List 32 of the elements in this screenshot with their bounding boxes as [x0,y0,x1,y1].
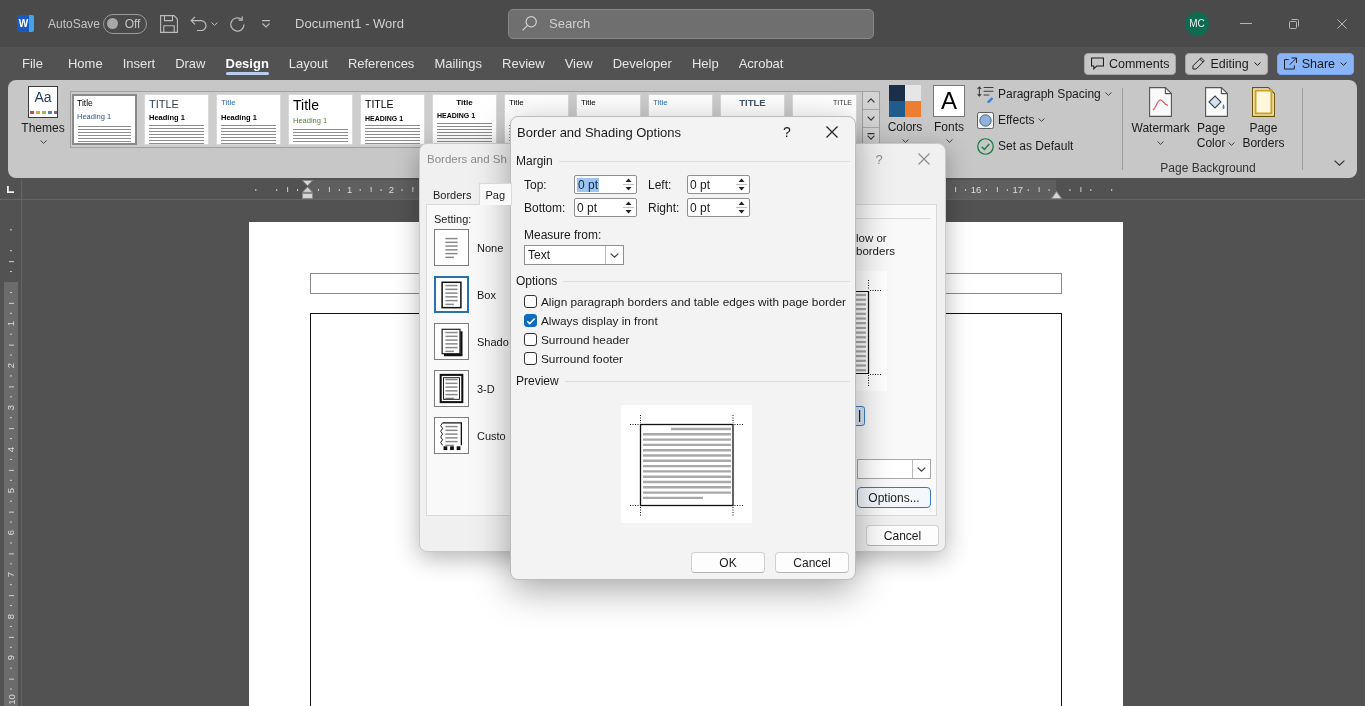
instruction-text: low or borders [856,232,896,258]
section-heading: Preview [516,374,559,388]
field-label: Left: [648,177,672,192]
ruler-number: 10 [5,694,17,705]
section-heading: Options [516,274,558,288]
ruler-number: 9 [5,655,17,661]
ruler-number: 5 [5,488,17,494]
app-logo: W [17,15,34,32]
ruler-number: 16 [970,184,982,195]
ruler-number: 8 [5,613,17,619]
ruler-number: 2 [5,362,17,369]
ruler-number: 7 [5,571,17,577]
dialog-title: Borders and Sh [427,153,507,165]
field-label: Right: [648,200,680,215]
field-label: Measure from: [524,228,602,242]
document-title: Document1 - Word [295,16,405,31]
ruler-number: 2 [388,184,395,195]
ruler-number: 17 [1012,184,1024,195]
field-label: Bottom: [524,200,566,215]
field-label: Top: [524,177,547,192]
autosave-label: AutoSave [48,16,101,31]
font-sample: A [933,85,965,117]
setting-label: Setting: [434,212,472,226]
ruler-number: 1 [5,321,17,327]
group-label: Page Background [1160,161,1256,175]
theme-sample: Aa [28,86,58,118]
section-heading: Margin [516,154,553,168]
ruler-number: 6 [5,529,17,536]
dialog-title: Border and Shading Options [517,124,682,140]
ruler-number: 4 [5,446,17,452]
ruler-number: 3 [5,404,17,410]
ruler-number: 1 [347,184,353,195]
